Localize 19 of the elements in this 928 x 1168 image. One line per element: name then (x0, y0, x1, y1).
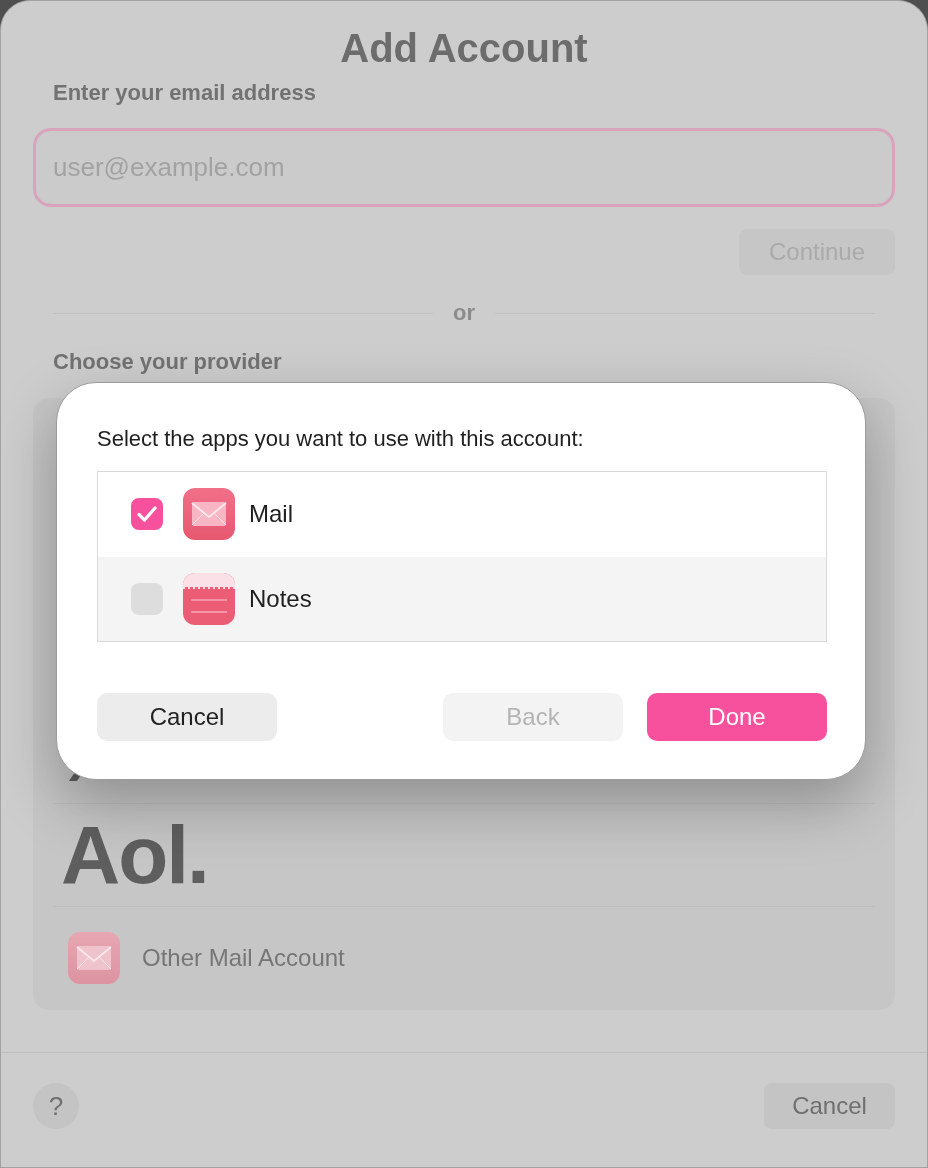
mail-app-icon (68, 932, 120, 984)
app-name: Mail (249, 499, 293, 530)
email-label: Enter your email address (52, 79, 317, 107)
dialog-prompt: Select the apps you want to use with this account: (97, 425, 585, 453)
or-separator-text: or (453, 299, 475, 327)
provider-label[interactable]: Other Mail Account (142, 943, 345, 973)
app-checkbox[interactable] (131, 498, 163, 531)
notes-app-icon (183, 572, 235, 625)
help-button[interactable]: ? (33, 1083, 79, 1129)
cancel-button[interactable]: Cancel (764, 1083, 895, 1129)
app-row[interactable]: Notes (98, 556, 826, 641)
provider-heading: Choose your provider (52, 348, 283, 376)
app-name: Notes (249, 583, 312, 614)
dialog-button[interactable]: Cancel (97, 693, 277, 741)
provider-logo[interactable]: Aol. (61, 810, 208, 900)
mail-app-icon (183, 488, 235, 541)
dialog-button[interactable]: Done (647, 693, 827, 741)
window-title: Add Account (339, 25, 589, 72)
checkmark-icon (137, 506, 157, 523)
